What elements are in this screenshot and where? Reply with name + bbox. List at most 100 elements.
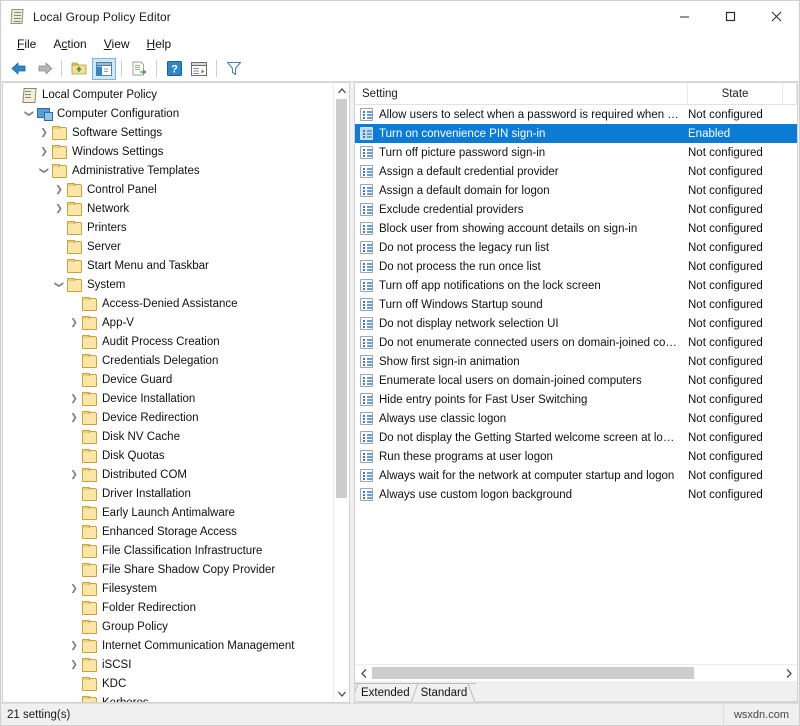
menu-file[interactable]: File [9,34,45,54]
tree-node[interactable]: Device Guard [3,370,333,389]
properties-icon[interactable] [187,58,211,80]
settings-list[interactable]: Allow users to select when a password is… [355,105,797,664]
settings-list-row[interactable]: Run these programs at user logonNot conf… [355,447,797,466]
settings-list-row[interactable]: Block user from showing account details … [355,219,797,238]
tree-node[interactable]: File Share Shadow Copy Provider [3,560,333,579]
settings-list-row[interactable]: Always wait for the network at computer … [355,466,797,485]
settings-list-row[interactable]: Always use classic logonNot configured [355,409,797,428]
tree-node[interactable]: System [3,275,333,294]
list-scroll-left-button[interactable] [355,665,372,681]
tree-node[interactable]: Disk NV Cache [3,427,333,446]
tree-node[interactable]: Distributed COM [3,465,333,484]
forward-icon[interactable] [32,58,56,80]
tree-node[interactable]: Local Computer Policy [3,85,333,104]
tree-scroll-thumb[interactable] [336,99,347,498]
tree-scroll-down-button[interactable] [334,686,349,702]
tree-node[interactable]: Early Launch Antimalware [3,503,333,522]
column-header-setting[interactable]: Setting [355,83,688,105]
tree-vertical-scrollbar[interactable] [333,83,349,702]
settings-list-row[interactable]: Do not enumerate connected users on doma… [355,333,797,352]
tree-node[interactable]: Printers [3,218,333,237]
chevron-right-icon[interactable] [67,641,81,650]
tree-node[interactable]: KDC [3,674,333,693]
tree-node[interactable]: Computer Configuration [3,104,333,123]
close-button[interactable] [753,1,799,32]
tree-node[interactable]: Filesystem [3,579,333,598]
chevron-down-icon[interactable] [52,280,66,289]
list-horizontal-scrollbar[interactable] [355,664,797,681]
list-scroll-thumb[interactable] [372,667,694,679]
settings-list-row[interactable]: Enumerate local users on domain-joined c… [355,371,797,390]
tree-node[interactable]: Start Menu and Taskbar [3,256,333,275]
tree-node[interactable]: Internet Communication Management [3,636,333,655]
settings-list-row[interactable]: Exclude credential providersNot configur… [355,200,797,219]
chevron-down-icon[interactable] [37,166,51,175]
console-tree[interactable]: Local Computer PolicyComputer Configurat… [3,83,333,702]
chevron-right-icon[interactable] [37,147,51,156]
show-hide-console-tree-icon[interactable] [92,58,116,80]
folder-icon [66,221,82,234]
tree-node[interactable]: Network [3,199,333,218]
chevron-right-icon[interactable] [37,128,51,137]
settings-list-row[interactable]: Do not process the run once listNot conf… [355,257,797,276]
chevron-right-icon[interactable] [67,394,81,403]
chevron-right-icon[interactable] [52,185,66,194]
tree-node[interactable]: Device Redirection [3,408,333,427]
back-icon[interactable] [7,58,31,80]
settings-list-row[interactable]: Assign a default credential providerNot … [355,162,797,181]
chevron-down-icon[interactable] [22,109,36,118]
list-scroll-right-button[interactable] [780,665,797,681]
menu-view[interactable]: View [96,34,139,54]
settings-list-row[interactable]: Do not process the legacy run listNot co… [355,238,797,257]
chevron-right-icon[interactable] [52,204,66,213]
chevron-right-icon[interactable] [67,318,81,327]
tree-node[interactable]: Device Installation [3,389,333,408]
tree-node[interactable]: App-V [3,313,333,332]
tree-scroll-up-button[interactable] [334,83,349,99]
up-one-level-icon[interactable] [67,58,91,80]
settings-list-row[interactable]: Do not display network selection UINot c… [355,314,797,333]
column-header-state[interactable]: State [688,83,783,105]
menu-action[interactable]: Action [45,34,95,54]
tree-node-label: Early Launch Antimalware [102,507,238,519]
tree-node[interactable]: Driver Installation [3,484,333,503]
settings-list-row[interactable]: Turn off app notifications on the lock s… [355,276,797,295]
tree-node[interactable]: File Classification Infrastructure [3,541,333,560]
minimize-button[interactable] [661,1,707,32]
settings-list-row[interactable]: Assign a default domain for logonNot con… [355,181,797,200]
export-list-icon[interactable] [127,58,151,80]
chevron-right-icon[interactable] [67,413,81,422]
chevron-right-icon[interactable] [67,584,81,593]
chevron-right-icon[interactable] [67,470,81,479]
tree-node[interactable]: Kerberos [3,693,333,702]
tree-scroll-track[interactable] [334,99,349,686]
tree-node[interactable]: Disk Quotas [3,446,333,465]
settings-list-row[interactable]: Hide entry points for Fast User Switchin… [355,390,797,409]
tree-node[interactable]: Windows Settings [3,142,333,161]
chevron-right-icon[interactable] [67,660,81,669]
tree-node[interactable]: Administrative Templates [3,161,333,180]
settings-list-row[interactable]: Turn on convenience PIN sign-inEnabled [355,124,797,143]
tree-node[interactable]: Audit Process Creation [3,332,333,351]
settings-list-row[interactable]: Show first sign-in animationNot configur… [355,352,797,371]
settings-list-row[interactable]: Allow users to select when a password is… [355,105,797,124]
help-icon[interactable]: ? [162,58,186,80]
tree-node[interactable]: Group Policy [3,617,333,636]
filter-icon[interactable] [222,58,246,80]
settings-list-row[interactable]: Always use custom logon backgroundNot co… [355,485,797,504]
tree-node[interactable]: Access-Denied Assistance [3,294,333,313]
tree-node[interactable]: Control Panel [3,180,333,199]
settings-list-row[interactable]: Turn off picture password sign-inNot con… [355,143,797,162]
menu-help[interactable]: Help [139,34,181,54]
tree-node[interactable]: Server [3,237,333,256]
tree-node[interactable]: Enhanced Storage Access [3,522,333,541]
settings-list-row[interactable]: Turn off Windows Startup soundNot config… [355,295,797,314]
list-scroll-track[interactable] [372,665,780,681]
tree-node[interactable]: Folder Redirection [3,598,333,617]
tree-node[interactable]: Software Settings [3,123,333,142]
tab-standard[interactable]: Standard [410,683,477,702]
maximize-button[interactable] [707,1,753,32]
tree-node[interactable]: iSCSI [3,655,333,674]
settings-list-row[interactable]: Do not display the Getting Started welco… [355,428,797,447]
tree-node[interactable]: Credentials Delegation [3,351,333,370]
